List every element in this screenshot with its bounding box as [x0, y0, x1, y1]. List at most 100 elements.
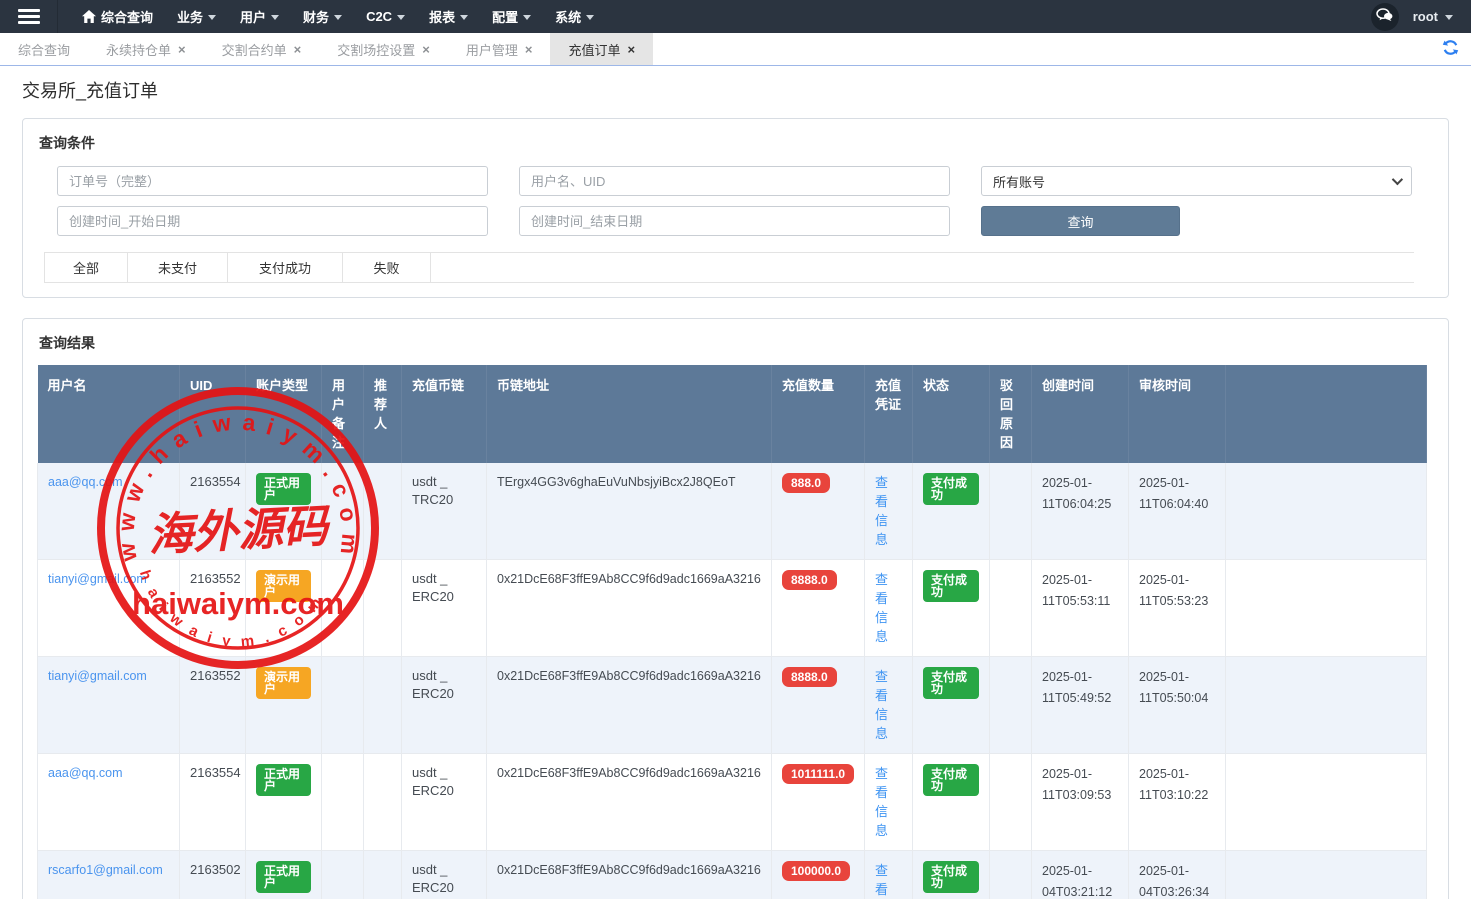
status-cell: 支付成功: [913, 463, 990, 560]
sidebar-toggle-button[interactable]: [0, 0, 58, 33]
close-tab-icon[interactable]: ×: [294, 43, 302, 56]
close-tab-icon[interactable]: ×: [422, 43, 430, 56]
open-tabs-bar: 综合查询永续持仓单×交割合约单×交割场控设置×用户管理×充值订单×: [0, 33, 1471, 66]
column-header-账户类型: 账户类型: [246, 365, 322, 463]
chevron-down-icon: [271, 15, 279, 20]
chevron-down-icon: [1392, 174, 1403, 185]
account-type-cell: 演示用户: [246, 560, 322, 657]
created-time-cell: 2025-01-11T03:09:53: [1032, 754, 1129, 851]
audit-time-cell: 2025-01-04T03:26:34: [1129, 851, 1226, 899]
uid-cell: 2163552: [180, 560, 246, 657]
tab-label: 交割场控设置: [337, 40, 415, 59]
tab-充值订单[interactable]: 充值订单×: [550, 33, 653, 65]
status-badge: 支付成功: [923, 473, 979, 505]
account-type-cell: 正式用户: [246, 754, 322, 851]
created-time-cell: 2025-01-04T03:21:12: [1032, 851, 1129, 899]
chain-address: 0x21DcE68F3ffE9Ab8CC9f6d9adc1669aA321645…: [497, 570, 761, 588]
filter-tab-失败[interactable]: 失败: [343, 253, 431, 282]
tab-永续持仓单[interactable]: 永续持仓单×: [88, 33, 204, 65]
nav-item-5[interactable]: 报表: [417, 0, 480, 33]
account-type-badge: 正式用户: [256, 861, 311, 893]
chevron-down-icon: [460, 15, 468, 20]
tab-综合查询[interactable]: 综合查询: [0, 33, 88, 65]
reject-reason-cell: [990, 657, 1032, 754]
user-menu[interactable]: root: [1413, 9, 1453, 24]
account-type-cell: 正式用户: [246, 463, 322, 560]
account-type-cell: 正式用户: [246, 851, 322, 899]
amount-badge: 1011111.0: [782, 764, 854, 784]
view-info-link[interactable]: 查看信息: [875, 667, 889, 743]
chain-address: 0x21DcE68F3ffE9Ab8CC9f6d9adc1669aA321645…: [497, 764, 761, 782]
messages-button[interactable]: [1371, 3, 1399, 31]
status-badge: 支付成功: [923, 861, 979, 893]
nav-item-4[interactable]: C2C: [354, 0, 417, 33]
username-link[interactable]: aaa@qq.com: [48, 475, 123, 489]
username-link[interactable]: aaa@qq.com: [48, 766, 123, 780]
search-button[interactable]: 查询: [981, 206, 1180, 236]
username-link[interactable]: rscarfo1@gmail.com: [48, 863, 163, 877]
chevron-down-icon: [586, 15, 594, 20]
query-panel-title: 查询条件: [23, 119, 1448, 153]
table-row: aaa@qq.com2163554正式用户usdt _ TRC20TErgx4G…: [38, 463, 1427, 560]
close-tab-icon[interactable]: ×: [178, 43, 186, 56]
account-select[interactable]: 所有账号: [981, 166, 1412, 196]
address-cell: 0x21DcE68F3ffE9Ab8CC9f6d9adc1669aA321645…: [487, 851, 772, 899]
start-date-input[interactable]: [57, 206, 488, 236]
tab-交割合约单[interactable]: 交割合约单×: [204, 33, 320, 65]
audit-time: 2025-01-11T05:50:04: [1139, 667, 1215, 709]
nav-item-label: 用户: [240, 7, 266, 26]
created-time: 2025-01-04T03:21:12: [1042, 861, 1118, 899]
column-header-推荐人: 推荐人: [364, 365, 402, 463]
created-time: 2025-01-11T06:04:25: [1042, 473, 1118, 515]
tab-交割场控设置[interactable]: 交割场控设置 ×: [319, 33, 448, 65]
audit-time: 2025-01-11T05:53:23: [1139, 570, 1215, 612]
user-uid-input[interactable]: [519, 166, 950, 196]
created-time-cell: 2025-01-11T05:49:52: [1032, 657, 1129, 754]
close-tab-icon[interactable]: ×: [525, 43, 533, 56]
tab-用户管理[interactable]: 用户管理×: [448, 33, 551, 65]
username-cell: rscarfo1@gmail.com: [38, 851, 180, 899]
end-date-input[interactable]: [519, 206, 950, 236]
account-select-value: 所有账号: [993, 172, 1045, 191]
close-tab-icon[interactable]: ×: [627, 43, 635, 56]
view-info-link[interactable]: 查看信息: [875, 764, 889, 840]
column-header-审核时间: 审核时间: [1129, 365, 1226, 463]
address-cell: 0x21DcE68F3ffE9Ab8CC9f6d9adc1669aA321645…: [487, 754, 772, 851]
order-no-input[interactable]: [57, 166, 488, 196]
column-header-状态: 状态: [913, 365, 990, 463]
filter-tab-支付成功[interactable]: 支付成功: [228, 253, 343, 282]
username-link[interactable]: tianyi@gmail.com: [48, 572, 147, 586]
empty-cell: [1226, 463, 1427, 560]
created-time: 2025-01-11T05:53:11: [1042, 570, 1118, 612]
view-info-link[interactable]: 查看信息: [875, 473, 889, 549]
view-info-link[interactable]: 查看信息: [875, 570, 889, 646]
view-info-link[interactable]: 查看信息: [875, 861, 889, 899]
navbar-right: root: [1371, 0, 1471, 33]
filter-tab-全部[interactable]: 全部: [44, 253, 128, 282]
nav-item-3[interactable]: 财务: [291, 0, 354, 33]
address-cell: 0x21DcE68F3ffE9Ab8CC9f6d9adc1669aA321645…: [487, 657, 772, 754]
nav-item-home[interactable]: 综合查询: [70, 0, 165, 33]
user-remark-cell: [322, 560, 364, 657]
status-cell: 支付成功: [913, 851, 990, 899]
empty-cell: [1226, 851, 1427, 899]
reject-reason-cell: [990, 851, 1032, 899]
refresh-icon[interactable]: [1440, 37, 1461, 61]
referrer-cell: [364, 754, 402, 851]
user-remark-cell: [322, 463, 364, 560]
nav-item-label: 报表: [429, 7, 455, 26]
username-link[interactable]: tianyi@gmail.com: [48, 669, 147, 683]
filter-tab-未支付[interactable]: 未支付: [128, 253, 228, 282]
voucher-cell: 查看信息: [865, 560, 913, 657]
created-time-cell: 2025-01-11T06:04:25: [1032, 463, 1129, 560]
nav-item-2[interactable]: 用户: [228, 0, 291, 33]
nav-item-1[interactable]: 业务: [165, 0, 228, 33]
nav-item-6[interactable]: 配置: [480, 0, 543, 33]
chain-cell: usdt _ ERC20: [402, 560, 487, 657]
user-remark-cell: [322, 657, 364, 754]
reject-reason-cell: [990, 754, 1032, 851]
table-row: aaa@qq.com2163554正式用户usdt _ ERC200x21DcE…: [38, 754, 1427, 851]
account-type-badge: 正式用户: [256, 764, 311, 796]
status-badge: 支付成功: [923, 667, 979, 699]
nav-item-7[interactable]: 系统: [543, 0, 606, 33]
